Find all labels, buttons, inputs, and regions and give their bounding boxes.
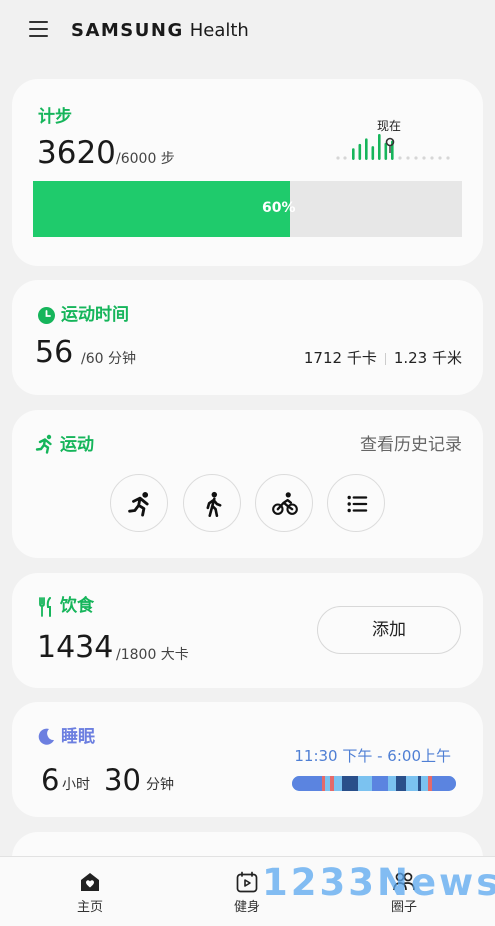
home-icon — [81, 873, 99, 891]
stats-divider — [384, 352, 386, 365]
nav-home[interactable]: 主页 — [30, 857, 150, 926]
steps-mini-chart: 现在 — [332, 119, 462, 165]
steps-value: 3620 — [37, 135, 116, 171]
food-card[interactable]: 饮食 1434 /1800 大卡 添加 — [12, 573, 483, 688]
walking-icon — [206, 491, 222, 517]
running-icon — [128, 492, 149, 517]
moon-icon — [38, 728, 54, 745]
clock-icon — [38, 307, 55, 324]
exercise-time-title: 运动时间 — [61, 305, 129, 325]
mini-bar — [358, 143, 362, 160]
exercise-card: 运动 查看历史记录 — [12, 410, 483, 558]
sleep-stage-bar — [292, 776, 456, 791]
mini-bar — [352, 148, 355, 160]
brand-samsung: SAMSUNG — [71, 20, 184, 41]
mini-bar — [371, 146, 375, 160]
walking-button[interactable] — [183, 474, 241, 532]
food-goal: /1800 大卡 — [116, 647, 189, 663]
fitness-icon — [236, 871, 258, 893]
cycling-icon — [272, 492, 298, 515]
nav-home-label: 主页 — [76, 900, 103, 915]
view-history-link[interactable]: 查看历史记录 — [360, 434, 462, 456]
menu-icon[interactable] — [29, 21, 49, 39]
sleep-minutes-unit: 分钟 — [146, 777, 174, 793]
list-icon — [347, 495, 368, 513]
top-bar: SAMSUNG Health — [0, 0, 495, 62]
mini-bar — [384, 142, 388, 160]
steps-progress-bar: 60% — [33, 181, 462, 237]
sleep-title: 睡眠 — [61, 727, 95, 747]
sleep-card[interactable]: 睡眠 6 小时 30 分钟 11:30 下午 - 6:00上午 — [12, 702, 483, 817]
sleep-minutes: 30 — [104, 763, 141, 797]
food-value: 1434 — [37, 630, 114, 665]
exercise-time-value: 56 — [35, 335, 74, 370]
mini-bar-chart — [336, 134, 450, 160]
sleep-time-range: 11:30 下午 - 6:00上午 — [294, 747, 451, 765]
fork-knife-icon — [39, 597, 51, 617]
steps-progress-fill — [33, 181, 291, 237]
exercise-list-button[interactable] — [327, 474, 385, 532]
exercise-time-goal: /60 分钟 — [81, 351, 136, 367]
brand-health: Health — [189, 20, 249, 41]
add-food-button[interactable]: 添加 — [317, 606, 461, 654]
food-title: 饮食 — [60, 596, 94, 616]
app-title: SAMSUNG Health — [71, 19, 249, 43]
calories-value: 1712 千卡 — [303, 349, 377, 367]
distance-value: 1.23 千米 — [393, 349, 462, 367]
running-button[interactable] — [110, 474, 168, 532]
exercise-time-card[interactable]: 运动时间 56 /60 分钟 1712 千卡 1.23 千米 — [12, 280, 483, 395]
cycling-button[interactable] — [255, 474, 313, 532]
sleep-hours: 6 — [41, 763, 60, 797]
steps-card[interactable]: 计步 3620 /6000 步 现在 60% — [12, 79, 483, 266]
mini-bar — [378, 134, 381, 160]
mini-bar — [365, 138, 368, 160]
watermark: 1233News — [262, 861, 495, 904]
steps-progress-label: 60% — [262, 200, 296, 216]
exercise-title: 运动 — [60, 435, 94, 455]
steps-title: 计步 — [38, 107, 72, 127]
running-icon — [35, 434, 52, 454]
steps-goal: /6000 步 — [116, 151, 175, 167]
exercise-stats: 1712 千卡 1.23 千米 — [304, 348, 462, 368]
sleep-hours-unit: 小时 — [62, 777, 90, 793]
